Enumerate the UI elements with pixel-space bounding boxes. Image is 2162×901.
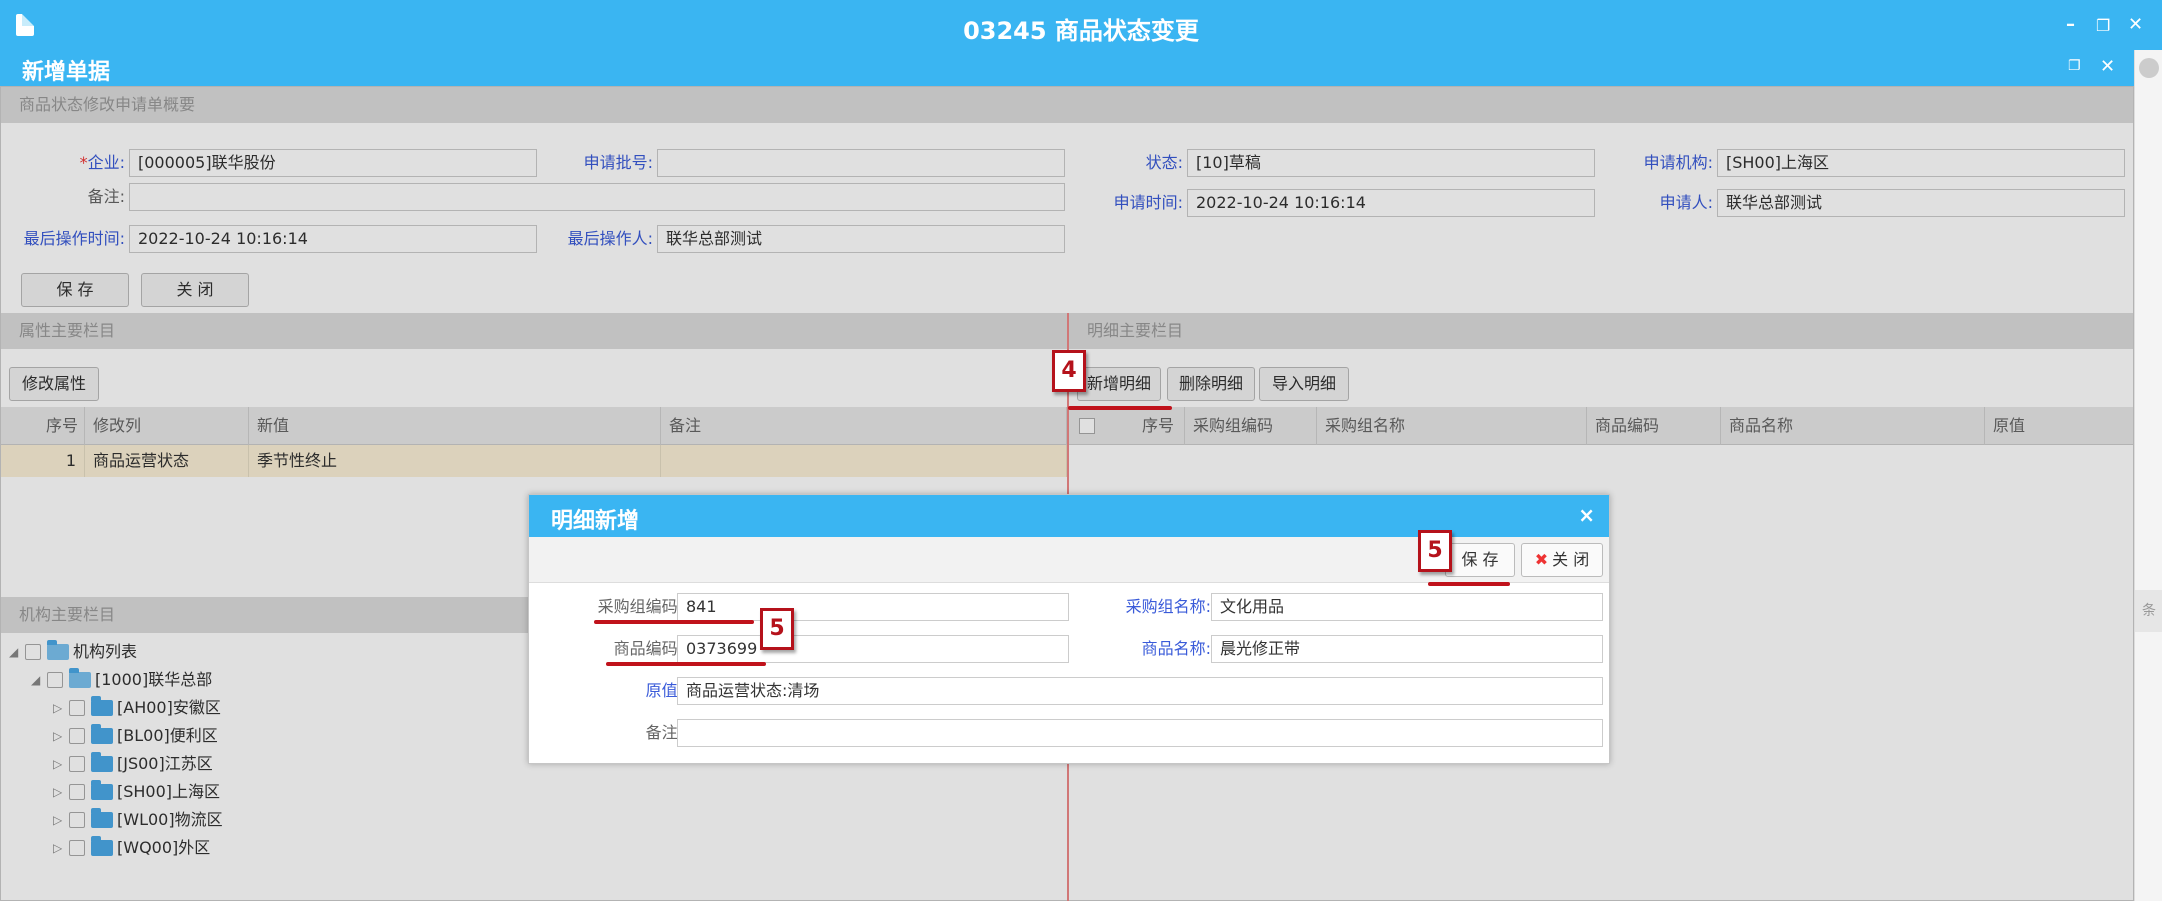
dialog-title: 明细新增 — [551, 509, 640, 534]
dialog-close-icon[interactable]: × — [1578, 503, 1595, 527]
dialog-remark-label: 备注: — [645, 723, 683, 742]
window-title: 03245 商品状态变更 — [963, 17, 1199, 45]
dialog-save-button[interactable]: 保 存 — [1445, 543, 1515, 577]
close-window-icon[interactable]: ✕ — [2128, 14, 2143, 35]
minimize-icon[interactable]: – — [2066, 14, 2075, 35]
annotation-underline — [594, 620, 754, 624]
orig-field[interactable]: 商品运营状态:清场 — [677, 677, 1603, 705]
subwindow-close-icon[interactable]: ✕ — [2100, 56, 2115, 77]
subwindow-restore-icon[interactable]: ❐ — [2068, 58, 2081, 74]
annotation-step-4: 4 — [1052, 350, 1086, 392]
annotation-step-5-fields: 5 — [760, 608, 794, 650]
subwindow-titlebar: 新增单据 ❐ ✕ — [0, 50, 2134, 86]
window-titlebar: 03245 商品状态变更 – ❐ ✕ — [0, 0, 2162, 50]
orig-label: 原值: — [645, 681, 683, 700]
annotation-underline — [1428, 582, 1510, 586]
goods-code-label: 商品编码: — [613, 639, 683, 658]
pg-code-field[interactable]: 841 — [677, 593, 1069, 621]
side-tab[interactable]: 条 — [2135, 590, 2162, 632]
annotation-step-5-save: 5 — [1418, 530, 1452, 572]
subwindow-title: 新增单据 — [22, 60, 111, 85]
pg-name-label: 采购组名称: — [1125, 597, 1211, 616]
dialog-close-button[interactable]: ✖ 关 闭 — [1521, 543, 1603, 577]
right-strip: 条 — [2134, 50, 2162, 901]
close-x-icon: ✖ — [1534, 550, 1549, 569]
goods-code-field[interactable]: 0373699 — [677, 635, 1069, 663]
circle-icon[interactable] — [2139, 58, 2159, 78]
goods-name-field[interactable]: 晨光修正带 — [1211, 635, 1603, 663]
dialog-remark-field[interactable] — [677, 719, 1603, 747]
goods-name-label: 商品名称: — [1141, 639, 1211, 658]
pg-code-label: 采购组编码: — [597, 597, 683, 616]
pg-name-field[interactable]: 文化用品 — [1211, 593, 1603, 621]
annotation-underline — [606, 662, 766, 666]
restore-icon[interactable]: ❐ — [2096, 16, 2110, 35]
annotation-underline — [1068, 406, 1172, 410]
